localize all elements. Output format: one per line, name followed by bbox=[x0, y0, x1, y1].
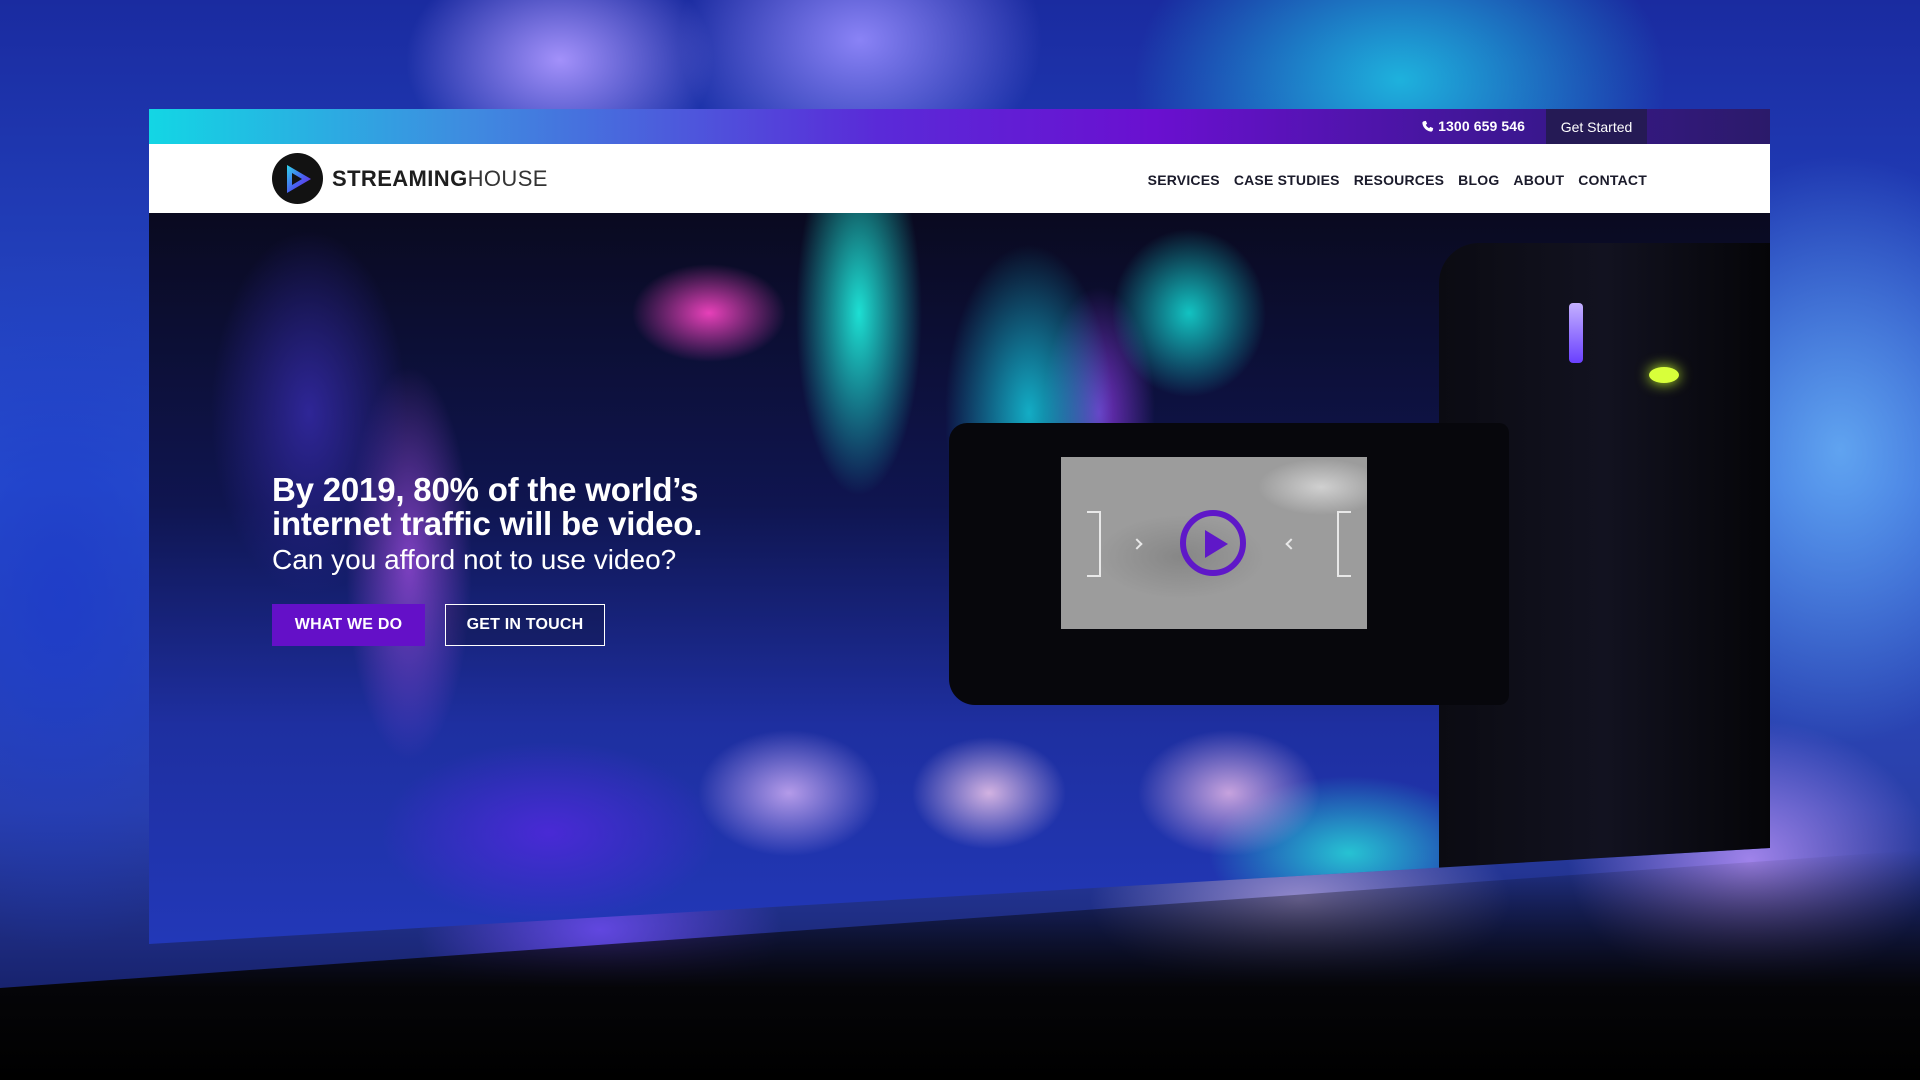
nav-case-studies[interactable]: CASE STUDIES bbox=[1234, 172, 1340, 188]
nav-resources[interactable]: RESOURCES bbox=[1354, 172, 1444, 188]
nav-services[interactable]: SERVICES bbox=[1148, 172, 1220, 188]
phone-icon bbox=[1422, 120, 1434, 132]
phone-link[interactable]: 1300 659 546 bbox=[1421, 118, 1525, 134]
what-we-do-button[interactable]: WHAT WE DO bbox=[272, 604, 425, 646]
screen-meter-right bbox=[1337, 511, 1351, 577]
hero-headline-line-1: By 2019, 80% of the world’s bbox=[272, 471, 699, 508]
screen-marker-left bbox=[1131, 538, 1143, 550]
camera-screen bbox=[1061, 457, 1367, 629]
brand-name: STREAMINGHOUSE bbox=[332, 166, 548, 192]
play-triangle-logo-icon bbox=[272, 153, 323, 204]
hero-headline: By 2019, 80% of the world’s internet tra… bbox=[272, 473, 702, 541]
get-started-button[interactable]: Get Started bbox=[1546, 109, 1647, 144]
brand-logo[interactable]: STREAMINGHOUSE bbox=[272, 153, 548, 204]
hero-subhead: Can you afford not to use video? bbox=[272, 544, 677, 575]
camera-image bbox=[949, 243, 1770, 944]
top-bar: 1300 659 546 Get Started bbox=[149, 109, 1770, 144]
screen-marker-right bbox=[1285, 538, 1297, 550]
website-preview: 1300 659 546 Get Started STREAMINGHOUSE … bbox=[149, 109, 1770, 944]
hero-buttons: WHAT WE DO GET IN TOUCH bbox=[272, 604, 605, 646]
hero-section: By 2019, 80% of the world’s internet tra… bbox=[149, 213, 1770, 944]
hero-headline-line-2: internet traffic will be video. bbox=[272, 505, 703, 542]
play-icon bbox=[1205, 530, 1228, 558]
main-navbar: STREAMINGHOUSE SERVICES CASE STUDIES RES… bbox=[149, 144, 1770, 213]
screen-meter-left bbox=[1087, 511, 1101, 577]
primary-nav: SERVICES CASE STUDIES RESOURCES BLOG ABO… bbox=[1148, 172, 1647, 188]
brand-name-bold: STREAMING bbox=[332, 165, 468, 191]
camera-led bbox=[1649, 367, 1679, 383]
nav-about[interactable]: ABOUT bbox=[1513, 172, 1564, 188]
get-in-touch-button[interactable]: GET IN TOUCH bbox=[445, 604, 605, 646]
camera-light-strip bbox=[1569, 303, 1583, 363]
hero-text: By 2019, 80% of the world’s internet tra… bbox=[272, 473, 702, 577]
camera-body bbox=[949, 423, 1509, 705]
nav-contact[interactable]: CONTACT bbox=[1578, 172, 1647, 188]
phone-number: 1300 659 546 bbox=[1438, 118, 1525, 134]
video-play-button[interactable] bbox=[1180, 510, 1246, 576]
brand-name-light: HOUSE bbox=[467, 165, 548, 191]
nav-blog[interactable]: BLOG bbox=[1458, 172, 1499, 188]
